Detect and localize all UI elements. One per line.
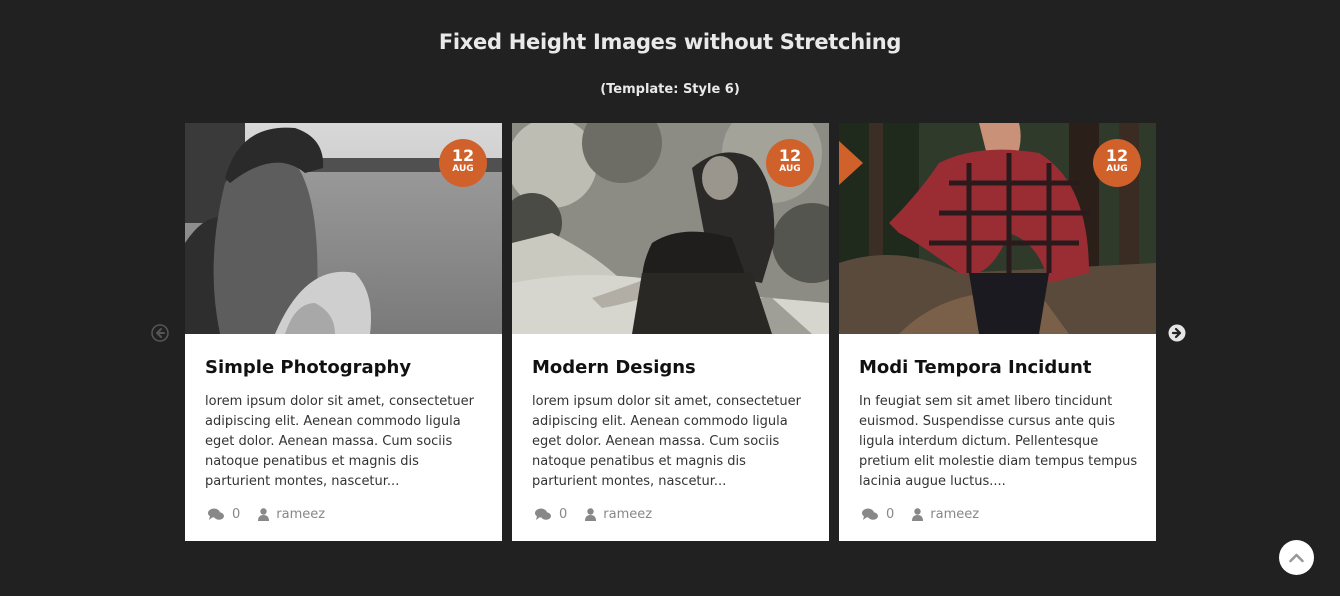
page-subtitle: (Template: Style 6) [600,82,740,97]
carousel-prev-button[interactable] [151,324,169,342]
user-icon [258,508,270,521]
comments-icon [535,508,551,520]
post-title[interactable]: Modern Designs [532,357,696,378]
page-title: Fixed Height Images without Stretching [438,30,902,54]
date-day: 12 [1105,146,1129,165]
date-month: AUG [1106,164,1128,174]
post-meta: 0 rameez [535,507,652,522]
post-image[interactable]: 12 AUG [512,123,829,334]
comments-icon [862,508,878,520]
comment-count[interactable]: 0 [232,507,240,522]
user-icon [912,508,924,521]
date-badge: 12 AUG [439,139,487,187]
post-card[interactable]: 12 AUG Modern Designs lorem ipsum dolor … [512,123,829,541]
arrow-circle-right-icon [1168,324,1186,342]
post-card[interactable]: 12 AUG Simple Photography lorem ipsum do… [185,123,502,541]
active-indicator [839,141,863,185]
post-excerpt: In feugiat sem sit amet libero tincidunt… [859,394,1138,489]
date-month: AUG [779,164,801,174]
post-excerpt: lorem ipsum dolor sit amet, consectetuer… [532,394,801,489]
scroll-top-button[interactable] [1279,540,1314,575]
carousel-next-button[interactable] [1168,324,1186,342]
date-month: AUG [452,164,474,174]
arrow-circle-left-icon [151,324,169,342]
comments-icon [208,508,224,520]
post-meta: 0 rameez [862,507,979,522]
post-author[interactable]: rameez [276,507,325,522]
comment-count[interactable]: 0 [886,507,894,522]
date-badge: 12 AUG [766,139,814,187]
post-image[interactable]: 12 AUG [839,123,1156,334]
post-excerpt: lorem ipsum dolor sit amet, consectetuer… [205,394,474,489]
post-title[interactable]: Simple Photography [205,357,411,378]
date-day: 12 [778,146,802,165]
post-card[interactable]: 12 AUG Modi Tempora Incidunt In feugiat … [839,123,1156,541]
comment-count[interactable]: 0 [559,507,567,522]
post-meta: 0 rameez [208,507,325,522]
post-author[interactable]: rameez [603,507,652,522]
user-icon [585,508,597,521]
chevron-up-icon [1289,553,1304,563]
post-author[interactable]: rameez [930,507,979,522]
post-title[interactable]: Modi Tempora Incidunt [859,357,1091,378]
post-image[interactable]: 12 AUG [185,123,502,334]
date-badge: 12 AUG [1093,139,1141,187]
date-day: 12 [451,146,475,165]
